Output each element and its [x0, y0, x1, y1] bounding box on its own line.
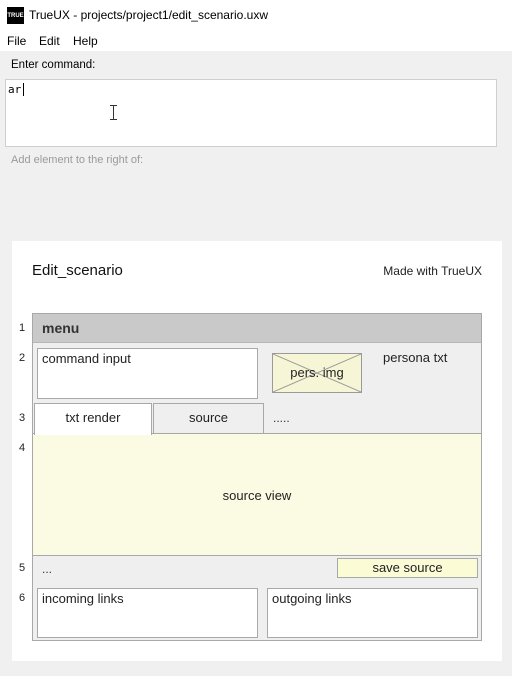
row-number-6: 6 [19, 592, 26, 604]
tab-source[interactable]: source [153, 403, 264, 434]
row-number-4: 4 [19, 442, 26, 454]
row-number-1: 1 [19, 322, 26, 334]
wireframe-canvas: Edit_scenario Made with TrueUX 1 2 3 4 5… [12, 241, 502, 661]
wireframe-menu[interactable]: menu [33, 314, 481, 343]
title-bar: TRUE TrueUX - projects/project1/edit_sce… [0, 0, 512, 31]
made-with-label: Made with TrueUX [383, 264, 482, 278]
text-caret [23, 83, 24, 96]
outgoing-links-box[interactable]: outgoing links [267, 588, 478, 638]
window-title: TrueUX - projects/project1/edit_scenario… [29, 8, 268, 22]
row-number-3: 3 [19, 412, 26, 424]
command-hint: Add element to the right of: [11, 154, 144, 166]
persona-image-label: pers. img [290, 365, 344, 380]
source-view-panel[interactable]: source view [33, 433, 481, 556]
row-number-2: 2 [19, 352, 26, 364]
wireframe-command-input[interactable]: command input [37, 348, 258, 399]
command-input-value: ar [8, 83, 22, 96]
row-number-5: 5 [19, 562, 26, 574]
tabs-more: ..... [273, 411, 290, 425]
menu-bar: File Edit Help [0, 31, 512, 51]
outgoing-links-label: outgoing links [272, 591, 352, 606]
command-input[interactable]: ar [5, 79, 497, 147]
command-input-label: command input [42, 351, 131, 366]
menu-file[interactable]: File [7, 34, 26, 48]
save-source-button[interactable]: save source [337, 558, 478, 578]
incoming-links-box[interactable]: incoming links [37, 588, 258, 638]
scenario-title: Edit_scenario [32, 262, 123, 279]
persona-text[interactable]: persona txt [383, 350, 447, 365]
command-label: Enter command: [11, 59, 96, 71]
persona-image-placeholder[interactable]: pers. img [272, 353, 362, 393]
app-logo-icon: TRUE [7, 7, 24, 24]
menu-edit[interactable]: Edit [39, 34, 60, 48]
ibeam-cursor-icon [110, 105, 117, 120]
tab-txt-render[interactable]: txt render [34, 403, 152, 435]
menu-help[interactable]: Help [73, 34, 98, 48]
wireframe-frame: menu command input pers. img persona txt… [32, 313, 482, 641]
incoming-links-label: incoming links [42, 591, 124, 606]
wireframe-menu-label: menu [42, 320, 80, 336]
row5-ellipsis: ... [42, 562, 53, 576]
source-view-label: source view [222, 488, 292, 503]
